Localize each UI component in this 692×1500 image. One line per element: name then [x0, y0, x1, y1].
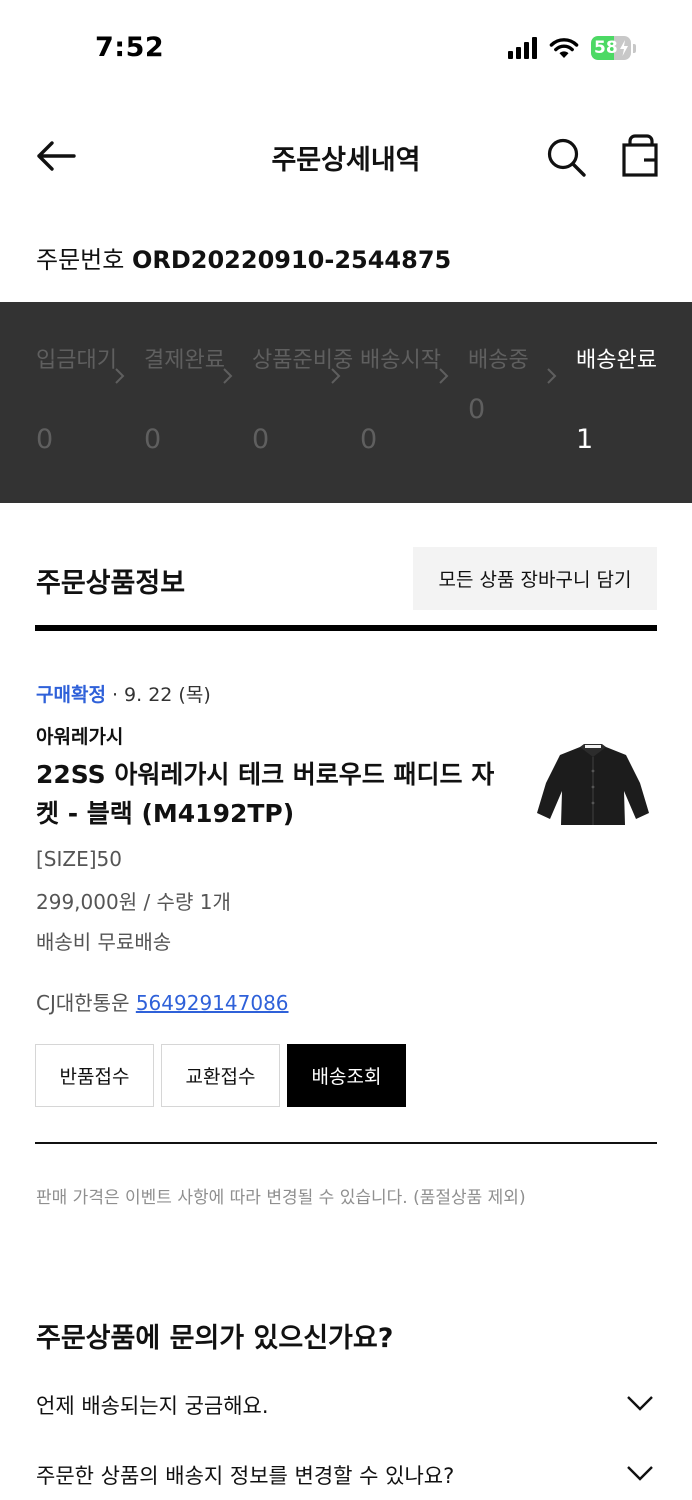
return-request-button[interactable]: 반품접수 [35, 1044, 154, 1107]
search-button[interactable] [545, 136, 587, 178]
battery-level: 58 [594, 38, 618, 58]
chevron-right-icon [223, 368, 233, 384]
divider [35, 625, 657, 631]
step-preparing: 상품준비중 0 [252, 346, 354, 455]
order-number: 주문번호 ORD20220910-2544875 [36, 240, 451, 275]
order-number-value: ORD20220910-2544875 [131, 246, 452, 274]
divider [35, 1142, 657, 1144]
status-date: · 9. 22 (목) [111, 684, 211, 706]
step-label: 입금대기 [36, 348, 117, 373]
section-title: 주문상품정보 [36, 568, 186, 599]
product-name[interactable]: 22SS 아워레가시 테크 버로우드 패디드 자켓 - 블랙 (M4192TP) [36, 755, 496, 833]
shipping-fee: 배송비 무료배송 [36, 930, 172, 954]
step-delivered: 배송완료 1 [576, 346, 657, 455]
faq-question: 주문한 상품의 배송지 정보를 변경할 수 있나요? [36, 1464, 455, 1488]
order-number-label: 주문번호 [36, 246, 125, 274]
wifi-icon [549, 38, 579, 58]
step-count: 0 [252, 424, 270, 455]
price-notice: 판매 가격은 이벤트 사항에 따라 변경될 수 있습니다. (품절상품 제외) [36, 1188, 526, 1208]
step-count: 0 [36, 424, 54, 455]
jacket-image [537, 744, 649, 825]
page-title: 주문상세내역 [271, 145, 421, 176]
brand-name[interactable]: 아워레가시 [36, 722, 123, 749]
status-bar: 7:52 58 [0, 0, 692, 100]
step-label: 배송시작 [360, 348, 441, 373]
signal-icon [508, 37, 537, 59]
cart-button[interactable] [620, 134, 662, 178]
faq-item[interactable]: 언제 배송되는지 궁금해요. [36, 1380, 658, 1430]
faq-question: 언제 배송되는지 궁금해요. [36, 1394, 269, 1418]
chevron-right-icon [439, 368, 449, 384]
order-progress: 입금대기 0 결제완료 0 상품준비중 0 배송시작 0 배송중 0 배송완료 … [0, 302, 692, 503]
step-payment-complete: 결제완료 0 [144, 346, 225, 455]
exchange-request-button[interactable]: 교환접수 [161, 1044, 280, 1107]
status-icons: 58 [508, 36, 636, 60]
product-image[interactable] [528, 735, 658, 835]
status-badge: 구매확정 [36, 684, 106, 706]
shopping-bag-icon [622, 134, 658, 177]
price-quantity: 299,000원 / 수량 1개 [36, 890, 231, 914]
chevron-right-icon [115, 368, 125, 384]
courier-info: CJ대한통운 564929147086 [36, 987, 289, 1016]
step-count: 1 [576, 424, 594, 455]
step-label: 배송중 [468, 348, 529, 373]
step-count: 0 [360, 424, 378, 455]
step-count: 0 [468, 394, 486, 425]
courier-name: CJ대한통운 [36, 991, 130, 1015]
step-count: 0 [144, 424, 162, 455]
battery-charging-icon: 58 [591, 36, 636, 60]
step-in-transit: 배송중 0 [468, 346, 548, 425]
tracking-number-link[interactable]: 564929147086 [136, 991, 289, 1015]
add-all-to-cart-button[interactable]: 모든 상품 장바구니 담기 [413, 547, 657, 610]
faq-item[interactable]: 주문한 상품의 배송지 정보를 변경할 수 있나요? [36, 1450, 658, 1500]
header: 주문상세내역 [0, 120, 692, 192]
chevron-down-icon [627, 1396, 653, 1411]
search-icon [547, 138, 586, 177]
purchase-status-line: 구매확정 · 9. 22 (목) [36, 680, 211, 707]
chevron-right-icon [547, 368, 557, 384]
step-label: 배송완료 [576, 348, 657, 373]
track-delivery-button[interactable]: 배송조회 [287, 1044, 406, 1107]
faq-title: 주문상품에 문의가 있으신가요? [36, 1323, 394, 1354]
step-label: 상품준비중 [252, 348, 354, 373]
step-label: 결제완료 [144, 348, 225, 373]
chevron-right-icon [331, 368, 341, 384]
step-shipping-started: 배송시작 0 [360, 346, 441, 455]
chevron-down-icon [627, 1466, 653, 1481]
status-time: 7:52 [95, 32, 165, 63]
product-option: [SIZE]50 [36, 847, 122, 871]
step-pending-deposit: 입금대기 0 [36, 346, 117, 455]
